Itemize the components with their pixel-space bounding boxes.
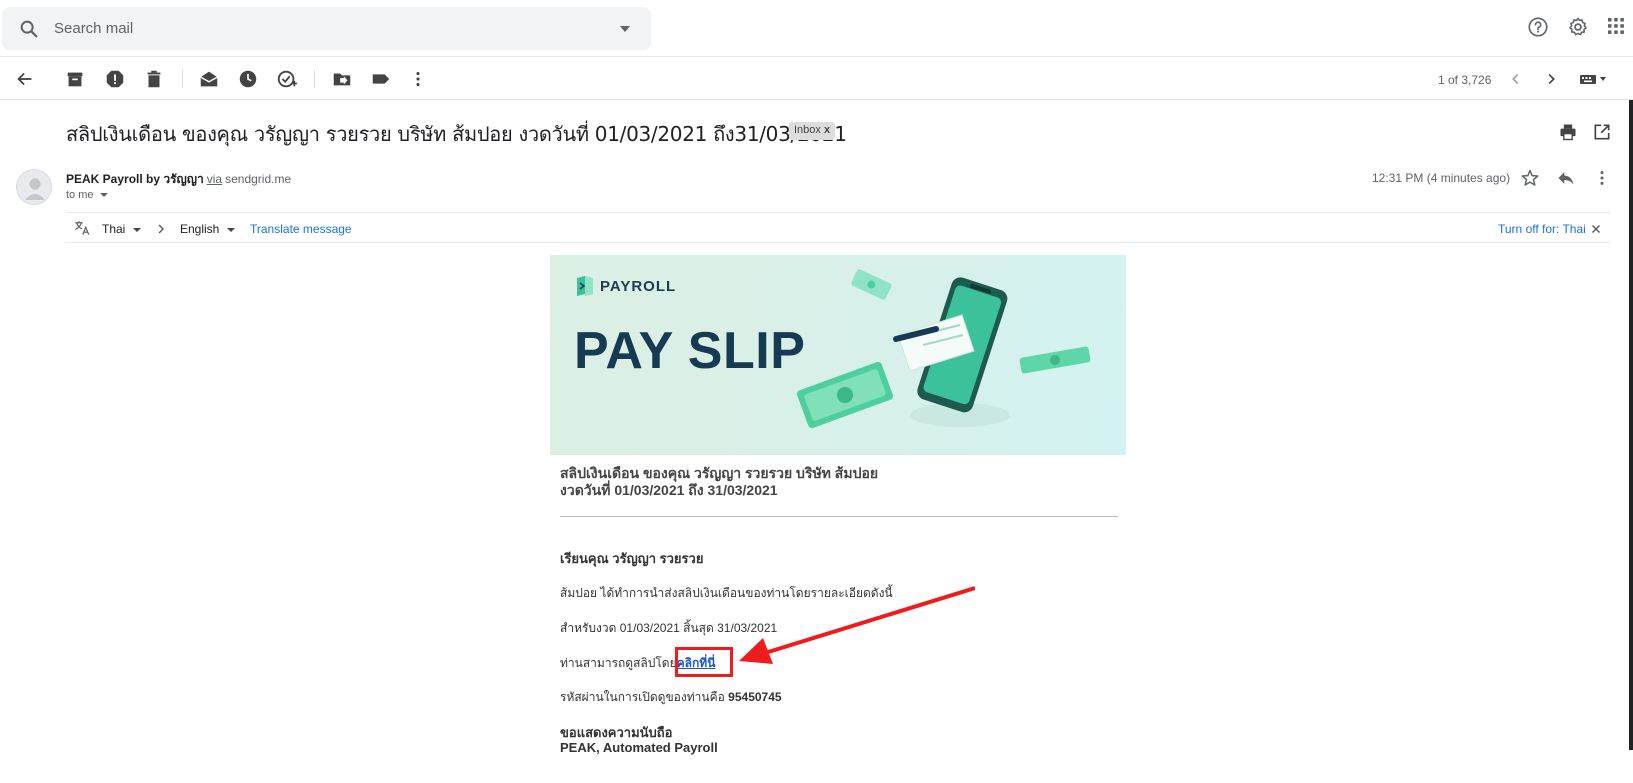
target-language-dropdown[interactable]: English (180, 222, 235, 236)
banner-brand: PAYROLL (600, 278, 677, 295)
body-title-line-2: งวดวันที่ 01/03/2021 ถึง 31/03/2021 (560, 482, 778, 498)
remove-label-icon[interactable]: x (824, 124, 830, 136)
reply-icon[interactable] (1556, 168, 1576, 188)
more-options-icon[interactable] (1592, 168, 1612, 188)
top-bar: Search mail (0, 0, 1633, 57)
pagination-count: 1 of 3,726 (1438, 73, 1492, 87)
newer-chevron-left-icon[interactable] (1505, 68, 1527, 90)
inbox-label-chip[interactable]: Inbox x (789, 122, 836, 140)
print-icon[interactable] (1558, 122, 1578, 142)
highlight-annotation-box (675, 647, 733, 677)
add-to-tasks-icon[interactable] (276, 68, 298, 90)
sender-domain: sendgrid.me (225, 172, 292, 186)
mark-unread-icon[interactable] (198, 68, 220, 90)
settings-icon[interactable] (1567, 16, 1589, 38)
caret-down-icon (132, 227, 141, 232)
view-slip-prompt: ท่านสามารถดูสลิปโดย (560, 656, 677, 670)
translate-bar: Thai English Translate message Turn off … (66, 212, 1611, 243)
help-icon[interactable] (1527, 16, 1549, 38)
password-value: 95450745 (728, 690, 782, 704)
search-icon[interactable] (18, 18, 40, 40)
report-spam-icon[interactable] (104, 68, 126, 90)
source-language: Thai (102, 222, 126, 236)
body-title: สลิปเงินเดือน ของคุณ วรัญญา รวยรวย บริษั… (560, 465, 878, 499)
via-link[interactable]: via (207, 172, 222, 186)
divider (560, 516, 1118, 517)
search-options-caret-icon[interactable] (619, 25, 631, 33)
scrollbar[interactable] (1629, 100, 1633, 750)
sender-line: PEAK Payroll by วรัญญา via sendgrid.me (66, 170, 291, 189)
chevron-right-icon (156, 223, 166, 235)
label-icon[interactable] (370, 68, 392, 90)
caret-down-icon (99, 193, 108, 198)
recipient-text: to me (66, 189, 94, 201)
sender-name[interactable]: PEAK Payroll by วรัญญา (66, 172, 204, 186)
more-vert-icon[interactable] (407, 68, 429, 90)
phone-money-illustration (797, 269, 1091, 429)
delete-icon[interactable] (143, 68, 165, 90)
translate-message-link[interactable]: Translate message (250, 222, 352, 236)
body-paragraph-4: รหัสผ่านในการเปิดดูของท่านคือ 95450745 (560, 688, 782, 707)
input-tools-keyboard-icon[interactable] (1577, 68, 1611, 90)
snooze-clock-icon[interactable] (237, 68, 259, 90)
toolbar-divider (182, 70, 183, 88)
target-language: English (180, 222, 220, 236)
translate-icon (73, 219, 91, 237)
turn-off-translation-link[interactable]: Turn off for: Thai (1498, 222, 1586, 236)
greeting: เรียนคุณ วรัญญา รวยรวย (560, 551, 704, 566)
search-input[interactable]: Search mail (54, 20, 133, 37)
email-timestamp: 12:31 PM (4 minutes ago) (1372, 171, 1511, 185)
open-in-new-window-icon[interactable] (1592, 122, 1612, 142)
back-arrow-icon[interactable] (14, 68, 36, 90)
recipient-details-toggle[interactable]: to me (66, 189, 108, 201)
move-to-icon[interactable] (331, 68, 353, 90)
inbox-label-text: Inbox (794, 124, 821, 136)
source-language-dropdown[interactable]: Thai (102, 222, 141, 236)
payslip-banner: PAYROLL PAY SLIP (550, 255, 1126, 455)
close-icon[interactable] (1591, 224, 1601, 234)
apps-icon[interactable] (1606, 16, 1626, 36)
caret-down-icon (226, 227, 235, 232)
password-label: รหัสผ่านในการเปิดดูของท่านคือ (560, 690, 725, 704)
archive-icon[interactable] (64, 68, 86, 90)
payroll-logo-icon (574, 274, 596, 298)
signature: PEAK, Automated Payroll (560, 740, 718, 755)
search-bar[interactable]: Search mail (2, 7, 651, 50)
body-title-line-1: สลิปเงินเดือน ของคุณ วรัญญา รวยรวย บริษั… (560, 465, 879, 481)
annotation-arrow-icon (739, 586, 975, 664)
sender-avatar[interactable] (16, 169, 52, 205)
star-icon[interactable] (1520, 168, 1540, 188)
older-chevron-right-icon[interactable] (1540, 68, 1562, 90)
message-toolbar: 1 of 3,726 (0, 58, 1633, 100)
email-subject: สลิปเงินเดือน ของคุณ วรัญญา รวยรวย บริษั… (66, 122, 847, 146)
toolbar-divider (314, 70, 315, 88)
